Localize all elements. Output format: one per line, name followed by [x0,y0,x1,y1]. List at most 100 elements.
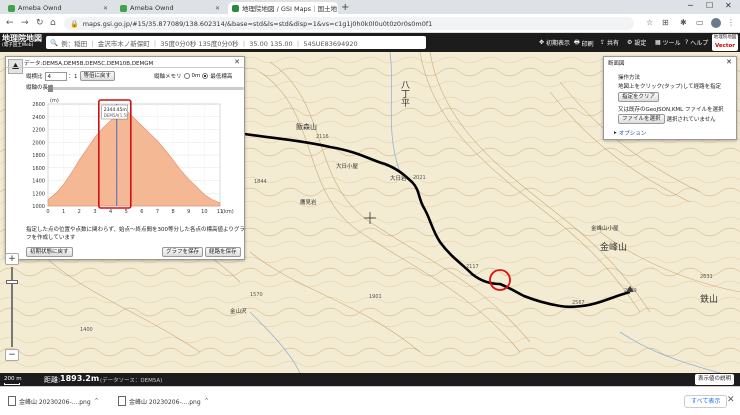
gsi-logo[interactable]: 地理院地図 (電子国土Web) [2,34,44,51]
map-label: 飯森山 [296,123,317,131]
slider-thumb[interactable] [48,85,53,92]
place-search-input[interactable]: 🔍 例：稲田 ｜ 金沢市木ノ新保町 ｜ 35度0分0秒 135度0分0秒 ｜ 3… [46,36,426,49]
home-icon[interactable]: ⌂ [50,18,56,28]
map-label: 2116 [316,134,329,140]
triangle-right-icon: ▸ [614,130,617,136]
logo-subtitle: (電子国土Web) [2,43,34,48]
radio-0m[interactable] [183,73,190,79]
ratio-label: 縦横比 [26,74,43,80]
zoom-control: + − [5,253,19,365]
file-icon [118,396,126,406]
no-file-text: 選択されていません [666,117,716,123]
reload-icon[interactable]: ↻ [36,18,44,28]
download-item[interactable]: 金峰山 20230206-....png ⌃ [118,396,210,406]
tools-button[interactable]: ▦ ツール [655,38,681,47]
profile-close-icon[interactable]: ✕ [234,58,240,66]
tab-close-icon[interactable]: ✕ [215,5,220,12]
legend-explain-button[interactable]: 表示値の説明 [695,374,735,385]
minimize-icon[interactable]: ─ [688,1,693,10]
save-route-button[interactable]: 経路を保存 [205,247,241,257]
map-label: 鷹見岩 [300,200,317,206]
gsi-header: 地理院地図 (電子国土Web) 🔍 例：稲田 ｜ 金沢市木ノ新保町 ｜ 35度0… [0,33,740,52]
elevation-chart[interactable]: 1000 1200 1400 1600 1800 2000 2200 2400 2600 0 1 2 3… [8,94,244,216]
x-tick-label: 10 [201,209,207,215]
y-tick-label: 2000 [32,140,45,146]
method-line1: 地図上をクリック(タップ)して経路を指定 [618,84,722,90]
tab-label: Ameba Ownd [130,4,174,12]
method-label: 操作方法 [618,75,641,81]
choose-file-button[interactable]: ファイルを選択 [618,114,665,124]
logo-title: 地理院地図 [2,34,42,43]
search-icon: 🔍 [50,38,59,47]
y-tick-label: 2600 [32,102,45,108]
scale-bar [4,383,20,385]
operation-close-icon[interactable]: ✕ [726,58,732,66]
url-bar[interactable]: 🔒 maps.gsi.go.jp/#15/35.877089/138.60231… [64,17,634,30]
equal-ratio-button[interactable]: 等倍に戻す [79,71,116,81]
x-tick-label: 9 [187,209,190,215]
ameba-favicon-icon [8,4,15,12]
y-tick-label: 1000 [32,204,45,210]
chevron-up-icon[interactable]: ⌃ [204,397,210,405]
tab-close-icon[interactable]: ✕ [103,5,108,12]
vector-map-button[interactable]: 地理院地図 Vector [712,34,738,51]
extension-icon[interactable]: ⊞ [662,18,669,27]
map-label: 1844 [254,179,267,185]
radio-min-elev[interactable] [202,73,209,79]
tab-ameba-2[interactable]: Ameba Ownd ✕ [116,2,224,14]
profile-description: 指定した点の位置や点数に関わらず、始点～終点間を300等分した各点の標高値よりグ… [26,227,245,241]
download-bar-close-icon[interactable]: ✕ [727,395,735,405]
chevron-up-icon[interactable]: ⌃ [94,397,100,405]
menu-icon[interactable]: ⋮ [727,18,735,27]
download-bar: 金峰山 20230206-....png ⌃ 金峰山 20230206-....… [0,386,740,415]
axis-length-slider[interactable] [48,85,244,92]
browser-window: Ameba Ownd ✕ Ameba Ownd ✕ 地理院地図 / GSI Ma… [0,0,740,415]
puzzle-icon[interactable]: ✱ [680,18,687,27]
back-icon[interactable]: ← [6,18,14,28]
pin-icon: ✥ [539,39,545,46]
star-icon[interactable]: ☆ [646,18,653,27]
x-tick-label: 2 [78,209,81,215]
map-label: 2021 [413,175,426,181]
zoom-thumb[interactable] [6,280,18,284]
profile-avatar[interactable] [711,18,721,28]
settings-button[interactable]: ⚙ 設定 [627,38,646,47]
zoom-out-button[interactable]: − [5,349,19,361]
zoom-track[interactable] [11,267,13,347]
tab-ameba-1[interactable]: Ameba Ownd ✕ [4,2,112,14]
map-label: 1570 [250,292,263,298]
sidepanel-icon[interactable]: ▭ [696,18,704,27]
reset-button[interactable]: 初期状態に戻す [26,247,73,257]
initial-view-button[interactable]: ✥ 初期表示 [539,38,570,47]
x-tick-label: 0 [46,209,49,215]
forward-icon[interactable]: → [21,18,29,28]
map-label: 鉄山 [700,295,719,305]
show-all-downloads-button[interactable]: すべて表示 [684,395,728,408]
axis-memory-label: 縦軸メモリ [154,74,182,80]
tab-gsi-maps[interactable]: 地理院地図 / GSI Maps｜国土地 ✕ [228,2,338,14]
ameba-favicon-icon [120,4,127,12]
status-bar: 200 m 距離: 1893.2m (データソース：DEM5A) 表示値の説明 [0,373,740,386]
tab-label: 地理院地図 / GSI Maps｜国土地 [242,5,338,13]
url-text: maps.gsi.go.jp/#15/35.877089/138.602314/… [82,19,433,28]
scale-label: 200 m [4,376,22,382]
ratio-sep: ：1 [68,74,78,80]
option-link[interactable]: オプション [619,129,647,137]
new-tab-icon[interactable]: + [341,2,349,13]
share-button[interactable]: ⇪ 共有 [600,38,619,47]
print-button[interactable]: 🖶 印刷 [574,38,594,48]
zoom-in-button[interactable]: + [5,253,19,265]
save-graph-button[interactable]: グラフを保存 [162,247,204,257]
y-tick-label: 1400 [32,179,45,185]
map-label: 大日小屋 [336,164,359,170]
download-item[interactable]: 金峰山 20230206-....png ⌃ [8,396,100,406]
y-tick-label: 2200 [32,128,45,134]
help-button[interactable]: ? ヘルプ [685,38,708,47]
window-close-icon[interactable]: ✕ [725,1,732,10]
maximize-icon[interactable]: ☐ [706,1,713,10]
map-label: 金峰山 [600,243,628,253]
ratio-input[interactable]: 4 [44,71,67,81]
x-axis-label: (km) [222,209,234,215]
clear-route-button[interactable]: 指定をクリア [618,92,660,102]
map-label: 金峰山小屋 [591,226,619,232]
